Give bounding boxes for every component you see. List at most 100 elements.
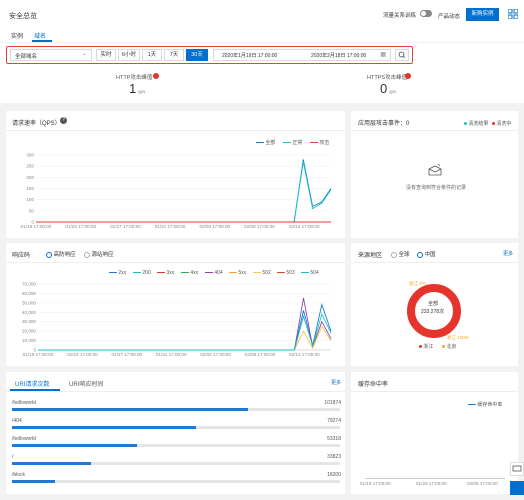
donut-total-label: 全部 — [428, 301, 439, 307]
status-title: 响应码 — [12, 253, 31, 259]
domain-select-value: 全部域名 — [15, 54, 38, 60]
range-30d[interactable]: 30天 — [186, 49, 208, 61]
radio-origin-response[interactable]: 源站响应 — [84, 250, 114, 258]
search-button[interactable] — [395, 49, 409, 61]
end-date: 2020年2月18日 17:00:00 — [311, 53, 367, 59]
http-peak-label: HTTP攻击峰值 — [116, 75, 153, 81]
source-region-title: 来源地区 — [358, 253, 383, 259]
radio-china[interactable]: 中国 — [417, 250, 436, 258]
series-line-1 — [38, 298, 332, 351]
uri-count: 18200 — [327, 472, 341, 478]
tab-uri-response-time[interactable]: URI响应时间 — [69, 379, 103, 388]
status-legend-item: 2xx — [109, 270, 126, 276]
y-tick: 20,000 — [22, 329, 36, 334]
region-legend-zhejiang: 浙江 — [419, 343, 433, 350]
tab-instance[interactable]: 实例 — [11, 31, 23, 40]
traffic-toggle[interactable] — [420, 10, 432, 17]
product-updates-link[interactable]: 产品动态 — [438, 12, 460, 20]
empty-text: 没有查询到符合条件的记录 — [406, 185, 467, 191]
cache-divider — [351, 391, 518, 392]
region-top-label: 浙江 0% — [409, 281, 426, 286]
info-icon — [153, 73, 159, 79]
collapse-float-button[interactable] — [510, 481, 524, 495]
status-chart: 70,000 60,000 50,000 40,000 30,000 20,000 10,0… — [22, 282, 332, 357]
y-tick: 50,000 — [22, 300, 36, 305]
tab-uri-count[interactable]: URI请求次数 — [15, 379, 49, 388]
attack-legend-ongoing: 清洗中 — [492, 120, 511, 127]
start-date: 2020年1月19日 17:00:00 — [222, 53, 278, 59]
uri-bar — [12, 408, 249, 411]
info-icon — [405, 73, 411, 79]
x-tick: 01/23 17:00:00 — [65, 224, 96, 229]
uri-count: 33823 — [327, 454, 341, 460]
attack-events-title: 应用层攻击事件：0 — [358, 121, 410, 127]
y-tick: 100 — [26, 197, 34, 202]
x-tick: 01/23 17:00:00 — [67, 352, 98, 357]
https-peak-unit: qps — [389, 89, 397, 94]
http-peak-value: 1 — [129, 81, 137, 96]
cache-title: 缓存命中率 — [358, 382, 389, 388]
grid-icon[interactable] — [507, 8, 519, 20]
chat-float-button[interactable] — [510, 462, 524, 476]
attack-legend-done: 清洗结果 — [464, 120, 488, 127]
x-tick: 01/31 17:00:00 — [155, 224, 186, 229]
uri-count: 101874 — [324, 400, 341, 406]
qps-title: 请求速率（QPS） — [12, 121, 61, 127]
uri-count: 79274 — [327, 418, 341, 424]
date-range-input[interactable]: 2020年1月19日 17:00:00 2020年2月18日 17:00:00 … — [213, 49, 391, 61]
y-tick: 50 — [29, 208, 35, 213]
status-legend-item: 404 — [205, 270, 223, 276]
y-tick: 200 — [26, 175, 34, 180]
y-tick: 300 — [26, 153, 34, 158]
domain-select[interactable]: 全部域名 ⌄ — [10, 49, 92, 61]
range-realtime[interactable]: 实时 — [96, 49, 116, 61]
new-instance-button[interactable]: 新购实例 — [466, 8, 499, 21]
tab-domain[interactable]: 域名 — [34, 31, 46, 40]
status-legend-item: 503 — [277, 270, 295, 276]
status-legend-item: 3xx — [157, 270, 174, 276]
cache-x-tick: 01/29 17:00:00 — [416, 481, 447, 486]
radio-global[interactable]: 全球 — [391, 250, 410, 258]
range-1d[interactable]: 1天 — [142, 49, 162, 61]
cache-axis — [365, 478, 505, 479]
status-legend-item: 200 — [133, 270, 151, 276]
series-line-0 — [36, 159, 332, 223]
uri-path: /block — [12, 472, 26, 478]
search-icon — [398, 51, 406, 59]
y-tick: 60,000 — [22, 291, 36, 296]
uri-divider — [6, 391, 345, 392]
x-tick: 02/04 17:00:00 — [200, 352, 231, 357]
x-tick: 01/27 17:00:00 — [110, 224, 141, 229]
traffic-toggle-label: 流量关系训练 — [383, 13, 417, 19]
status-legend-item: 4xx — [181, 270, 198, 276]
empty-box-icon — [427, 163, 443, 179]
attack-events-divider — [351, 130, 518, 131]
qps-chart: 30025020015010050001/19 17:00:00 01/23 17… — [21, 153, 332, 229]
range-7d[interactable]: 7天 — [164, 49, 184, 61]
x-tick: 02/12 17:00:00 — [289, 224, 320, 229]
series-line-0 — [38, 303, 332, 351]
x-tick: 01/19 17:00:00 — [21, 224, 52, 229]
x-tick: 02/08 17:00:00 — [245, 352, 276, 357]
chevron-down-icon: ⌄ — [81, 51, 87, 57]
uri-more-link[interactable]: 更多 — [331, 379, 341, 386]
status-divider — [6, 262, 345, 263]
uri-bar — [12, 444, 137, 447]
source-more-link[interactable]: 更多 — [503, 250, 513, 257]
x-tick: 02/08 17:00:00 — [244, 224, 275, 229]
y-tick: 70,000 — [22, 282, 36, 287]
uri-path: /helloworld — [12, 436, 36, 442]
x-tick: 02/12 17:00:00 — [289, 352, 320, 357]
http-peak-unit: qps — [138, 89, 146, 94]
uri-count: 53318 — [327, 436, 341, 442]
uri-path: /helloworld — [12, 400, 36, 406]
help-icon[interactable]: ? — [60, 117, 67, 124]
x-tick: 01/31 17:00:00 — [156, 352, 187, 357]
cache-x-tick: 02/08 17:00:00 — [467, 481, 498, 486]
radio-proxy-response[interactable]: 高防响应 — [46, 250, 76, 258]
cache-x-tick: 01/19 17:00:00 — [360, 481, 391, 486]
page-title: 安全总览 — [9, 13, 37, 20]
range-6h[interactable]: 6小时 — [118, 49, 140, 61]
qps-divider — [6, 130, 345, 131]
uri-bar — [12, 426, 196, 429]
